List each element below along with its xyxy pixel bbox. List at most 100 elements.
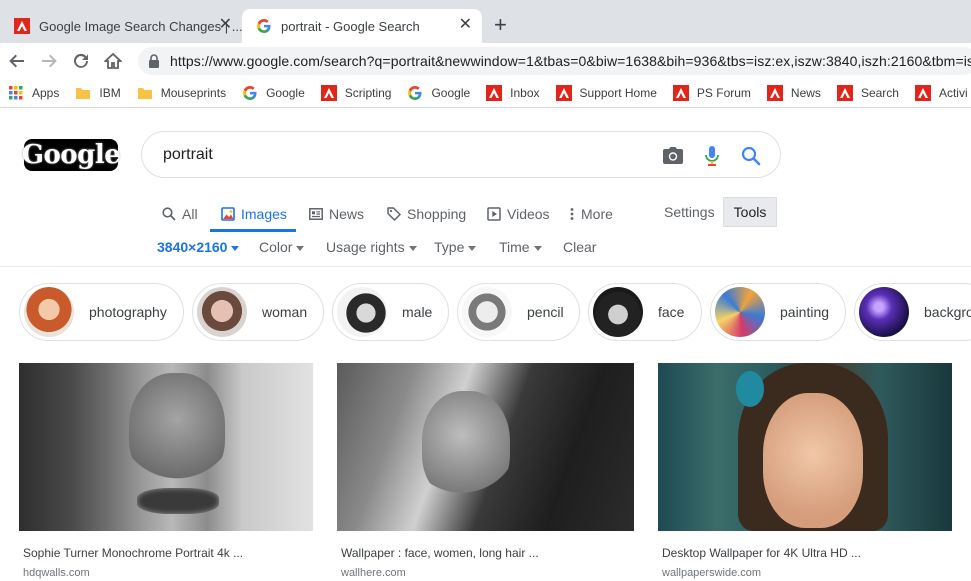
tab-shopping[interactable]: Shopping [387, 195, 466, 232]
bookmark-support-home[interactable]: Support Home [555, 85, 657, 101]
tab-videos[interactable]: Videos [487, 195, 550, 232]
filter-usage-rights[interactable]: Usage rights [326, 239, 417, 255]
image-result[interactable]: Sophie Turner Monochrome Portrait 4k ...… [19, 363, 313, 579]
divider [0, 266, 971, 267]
back-icon[interactable] [5, 49, 29, 73]
google-g-icon [408, 86, 422, 100]
bookmark-label: IBM [99, 86, 121, 100]
filter-label: Clear [563, 239, 597, 255]
bookmark-label: Support Home [579, 86, 657, 100]
face-shape [422, 391, 510, 501]
close-tab-icon[interactable]: ✕ [459, 17, 472, 33]
bookmark-search[interactable]: Search [836, 85, 899, 101]
filter-type[interactable]: Type [434, 239, 477, 255]
filter-label: 3840×2160 [157, 239, 228, 255]
address-bar[interactable]: https://www.google.com/search?q=portrait… [138, 47, 971, 75]
chip-label: woman [262, 304, 308, 320]
chevron-down-icon [231, 245, 240, 251]
adobe-icon [672, 85, 689, 101]
bookmark-scripting[interactable]: Scripting [320, 85, 391, 101]
logo-text: Google [21, 140, 121, 170]
bookmark-label: News [790, 86, 821, 100]
tab-label: All [182, 205, 198, 222]
bookmark-news[interactable]: News [766, 85, 821, 101]
bookmark-label: Inbox [510, 86, 540, 100]
chip-thumbnail [197, 287, 247, 337]
face-shape [129, 373, 225, 488]
bookmark-apps[interactable]: Apps [8, 85, 59, 101]
browser-tab-active[interactable]: portrait - Google Search ✕ [242, 9, 482, 43]
tab-more[interactable]: More [569, 195, 613, 232]
chip-pencil[interactable]: pencil [457, 283, 580, 341]
close-tab-icon[interactable]: ✕ [219, 17, 232, 33]
bookmark-label: Google [266, 86, 305, 100]
forward-icon[interactable] [37, 49, 61, 73]
bookmark-google[interactable]: Google [242, 85, 305, 101]
browser-tab[interactable]: Google Image Search Changes | ... ✕ [0, 9, 242, 43]
tab-label: News [329, 205, 365, 222]
image-result[interactable]: Wallpaper : face, women, long hair ... w… [337, 363, 634, 579]
browser-toolbar: https://www.google.com/search?q=portrait… [0, 43, 971, 79]
result-image[interactable] [658, 363, 952, 531]
bookmark-activi[interactable]: Activi [914, 85, 968, 101]
reload-icon[interactable] [69, 49, 93, 73]
filter-label: Type [434, 239, 465, 255]
bookmark-ibm[interactable]: IBM [75, 85, 121, 101]
result-caption: Sophie Turner Monochrome Portrait 4k ... [23, 546, 244, 560]
camera-icon[interactable] [661, 144, 685, 168]
tools-button[interactable]: Tools [723, 197, 777, 227]
search-icon [162, 206, 176, 221]
chip-face[interactable]: face [588, 283, 702, 341]
tab-all[interactable]: All [162, 195, 198, 232]
google-g-icon [243, 86, 257, 100]
folder-icon [76, 88, 91, 99]
tab-images[interactable]: Images [221, 195, 287, 232]
image-result[interactable]: Desktop Wallpaper for 4K Ultra HD ... wa… [658, 363, 952, 579]
chip-woman[interactable]: woman [192, 283, 324, 341]
result-image[interactable] [19, 363, 313, 531]
tool-filters-row: 3840×2160 Color Usage rights Type Time C… [0, 239, 971, 259]
filter-label: Time [499, 239, 530, 255]
filter-time[interactable]: Time [499, 239, 542, 255]
tab-title: Google Image Search Changes | ... [39, 18, 242, 34]
related-searches-chips: photography woman male pencil face paint… [0, 283, 971, 341]
chip-photography[interactable]: photography [19, 283, 184, 341]
chip-label: backgro [924, 304, 971, 320]
url-text: https://www.google.com/search?q=portrait… [170, 53, 971, 69]
bookmark-google[interactable]: Google [407, 85, 470, 101]
result-source: wallhere.com [341, 567, 406, 579]
adobe-icon [914, 85, 931, 101]
home-icon[interactable] [101, 49, 125, 73]
bookmark-label: Mouseprints [160, 86, 227, 100]
folder-icon [137, 88, 152, 99]
settings-link[interactable]: Settings [664, 204, 715, 220]
tab-news[interactable]: News [309, 195, 364, 232]
bookmarks-bar: Apps IBM Mouseprints Google Scripting Google I… [0, 79, 971, 108]
tab-title: portrait - Google Search [281, 18, 420, 34]
tag-icon [387, 206, 401, 221]
adobe-icon [486, 85, 503, 101]
bookmark-ps-forum[interactable]: PS Forum [672, 85, 751, 101]
new-tab-icon[interactable]: + [494, 13, 507, 37]
filter-clear[interactable]: Clear [563, 239, 596, 255]
microphone-icon[interactable] [700, 144, 724, 168]
bookmark-mouseprints[interactable]: Mouseprints [137, 85, 226, 101]
result-caption: Desktop Wallpaper for 4K Ultra HD ... [662, 546, 861, 560]
chip-background[interactable]: backgro [854, 283, 971, 341]
chip-label: painting [780, 304, 830, 320]
filter-color[interactable]: Color [259, 239, 305, 255]
adobe-icon [320, 85, 337, 101]
result-image[interactable] [337, 363, 634, 531]
lock-icon [149, 54, 159, 68]
more-vert-icon [570, 207, 574, 220]
chip-painting[interactable]: painting [710, 283, 846, 341]
search-input[interactable] [163, 145, 643, 164]
filter-size[interactable]: 3840×2160 [157, 239, 240, 255]
apps-grid-icon [9, 86, 23, 100]
adobe-icon [766, 85, 783, 101]
choker-necklace [137, 488, 219, 514]
search-icon[interactable] [739, 144, 763, 168]
bookmark-inbox[interactable]: Inbox [486, 85, 540, 101]
chip-male[interactable]: male [332, 283, 449, 341]
google-doodle-logo[interactable]: Google [21, 139, 121, 171]
